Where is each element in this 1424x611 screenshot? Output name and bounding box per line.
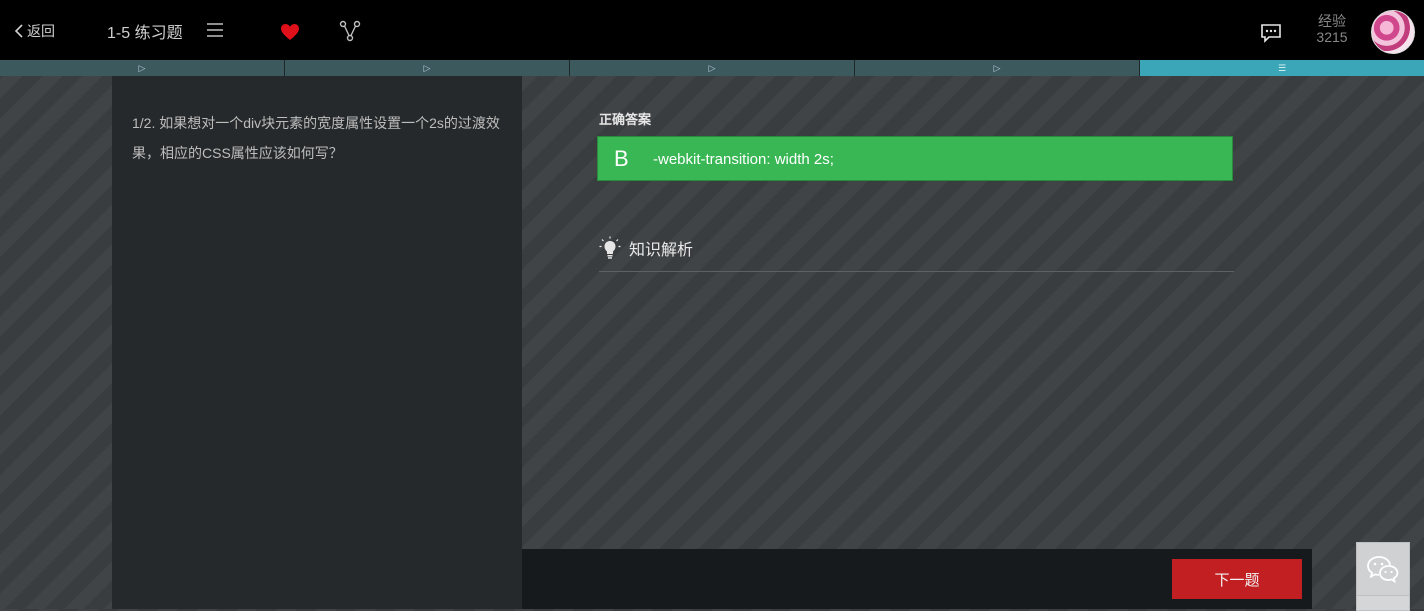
avatar[interactable] (1371, 10, 1415, 54)
top-bar: 返回 1-5 练习题 经验 3215 (0, 0, 1424, 60)
chat-icon[interactable] (1260, 23, 1282, 48)
next-question-button[interactable]: 下一题 (1172, 559, 1302, 599)
answer-letter: B (614, 146, 629, 171)
step-2[interactable]: ▷ (285, 60, 570, 76)
page-title: 1-5 练习题 (107, 25, 183, 42)
question-text: 1/2. 如果想对一个div块元素的宽度属性设置一个2s的过渡效果，相应的CSS… (132, 115, 500, 161)
menu-icon[interactable] (206, 22, 224, 43)
wechat-button[interactable] (1356, 542, 1410, 596)
chevron-left-icon (14, 24, 23, 38)
correct-answer-box: B -webkit-transition: width 2s; (597, 136, 1233, 181)
correct-answer-label: 正确答案 (599, 112, 652, 127)
bottom-bar: 下一题 (522, 549, 1312, 609)
step-1[interactable]: ▷ (0, 60, 285, 76)
divider (599, 271, 1234, 272)
back-button[interactable]: 返回 (14, 20, 55, 42)
share-icon[interactable] (339, 20, 361, 47)
question-panel: 1/2. 如果想对一个div块元素的宽度属性设置一个2s的过渡效果，相应的CSS… (112, 76, 522, 609)
step-5[interactable]: ☰ (1140, 60, 1424, 76)
step-3[interactable]: ▷ (570, 60, 855, 76)
question-progress: ▷ ▷ ▷ ▷ ☰ (0, 60, 1424, 76)
analysis-title: 知识解析 (629, 242, 694, 259)
step-4[interactable]: ▷ (855, 60, 1140, 76)
exp-value: 3215 (1316, 29, 1348, 45)
exp-label: 经验 (1318, 13, 1346, 29)
heart-icon[interactable] (280, 23, 300, 46)
wechat-icon (1367, 556, 1399, 584)
analysis-header: 知识解析 (599, 236, 693, 260)
answer-panel: 正确答案 B -webkit-transition: width 2s; 知识解… (522, 76, 1312, 549)
lightbulb-icon (599, 236, 621, 259)
experience-counter: 经验 3215 (1310, 13, 1354, 45)
answer-text: -webkit-transition: width 2s; (653, 151, 834, 168)
back-label: 返回 (27, 23, 55, 39)
